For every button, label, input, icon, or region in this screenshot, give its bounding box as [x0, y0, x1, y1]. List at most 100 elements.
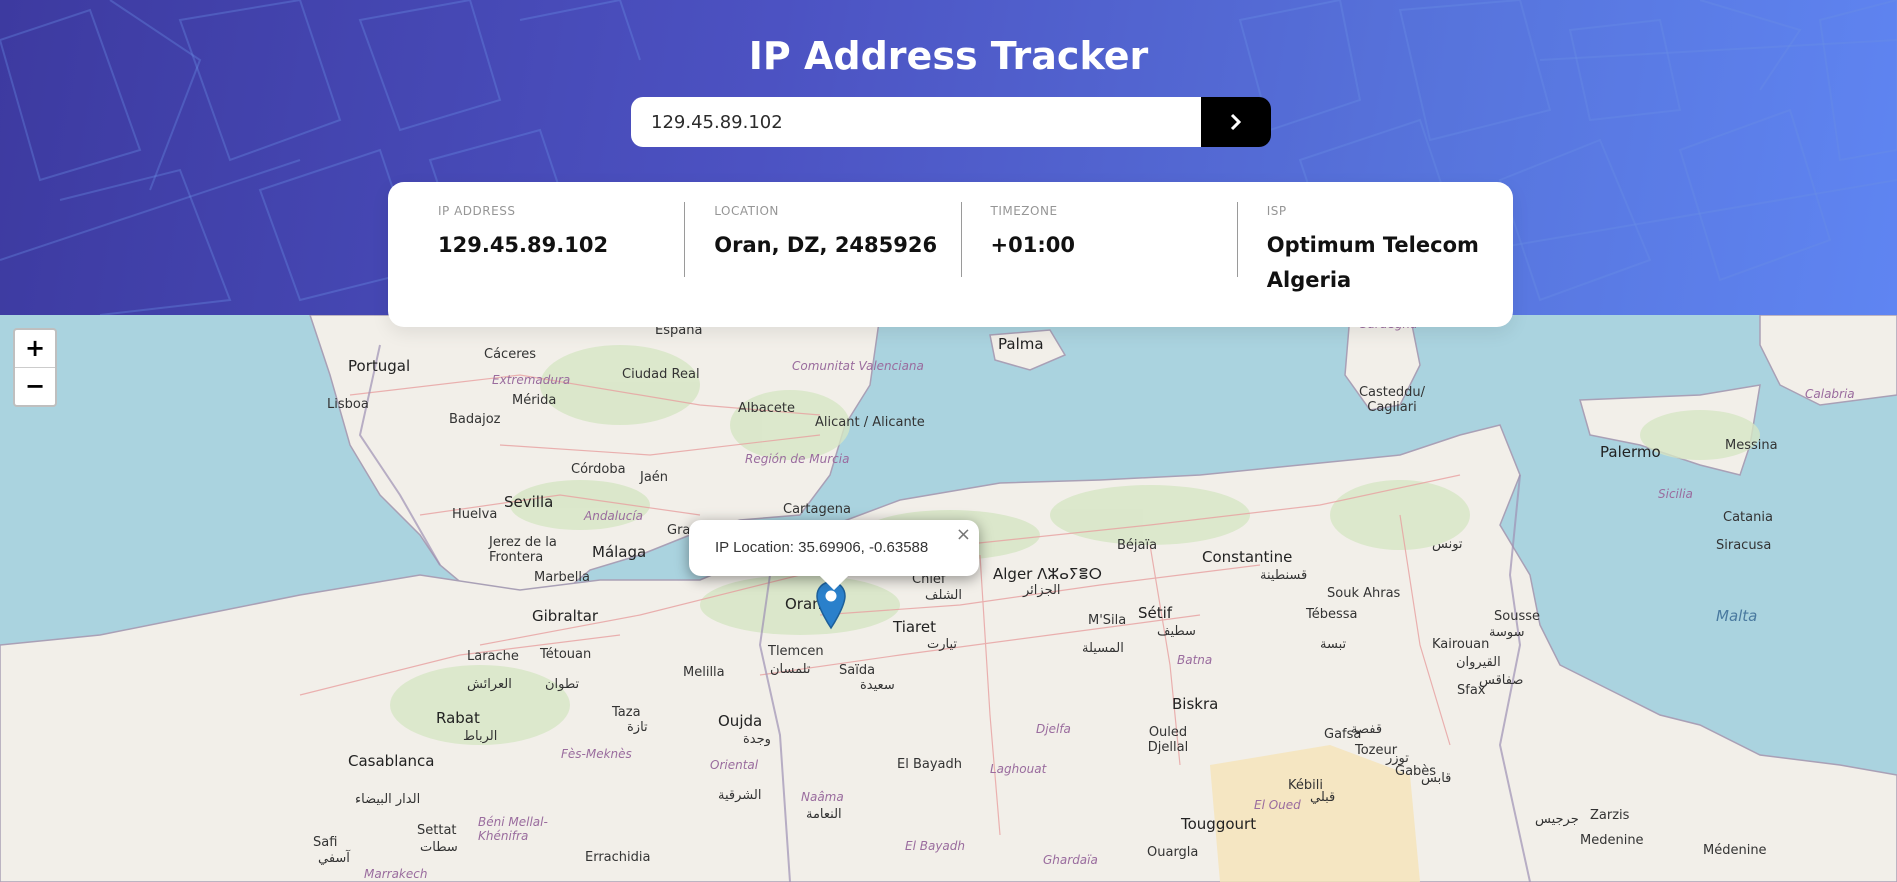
map-label: Casablanca — [348, 752, 435, 770]
map-label: Marrakech — [364, 867, 428, 881]
map-label: Jaén — [640, 470, 669, 485]
map-label: Comunitat Valenciana — [792, 359, 924, 373]
map-label: Córdoba — [571, 462, 626, 477]
ip-search-input[interactable] — [631, 97, 1201, 147]
map-label: تونس — [1432, 537, 1463, 552]
location-label: LOCATION — [714, 204, 779, 218]
map-label: El Oued — [1254, 798, 1301, 812]
map-label: Cartagena — [783, 502, 851, 517]
map-label: Constantine — [1202, 548, 1293, 566]
timezone-label: TIMEZONE — [990, 204, 1058, 218]
map-label: M'Sila — [1088, 613, 1127, 628]
map-label: Larache — [467, 649, 519, 664]
ip-address-section: IP ADDRESS 129.45.89.102 — [388, 182, 684, 327]
map-label: قابس — [1421, 771, 1452, 786]
map-label: Gibraltar — [532, 607, 599, 625]
map-label: القيروان — [1456, 655, 1501, 670]
map-label: الشرقية — [718, 788, 762, 803]
map-label: قبلي — [1310, 790, 1336, 805]
location-popup: IP Location: 35.69906, -0.63588 × — [689, 520, 979, 591]
map-label: Souk Ahras — [1327, 586, 1401, 601]
map-label: Portugal — [348, 357, 411, 375]
map-label: Badajoz — [449, 412, 501, 427]
map-label: النعامة — [806, 807, 842, 822]
map-label: قسنطينة — [1260, 568, 1308, 583]
map-label: Extremadura — [492, 373, 571, 387]
map-label: Messina — [1725, 438, 1778, 453]
zoom-out-button[interactable]: − — [15, 367, 55, 405]
map-label: Calabria — [1805, 387, 1855, 401]
map-label: وجدة — [743, 732, 771, 747]
map-label: Medenine — [1580, 833, 1644, 848]
map-label: Alicant / Alicante — [815, 415, 925, 430]
map-label: Mérida — [512, 393, 557, 408]
map-label: تيارت — [927, 637, 958, 652]
isp-value: Optimum Telecom Algeria — [1266, 233, 1479, 292]
map-label: Batna — [1177, 653, 1213, 667]
ip-address-label: IP ADDRESS — [438, 204, 516, 218]
map-label: سطيف — [1157, 624, 1196, 639]
map-label: Zarzis — [1590, 808, 1630, 823]
map-label: El Bayadh — [897, 757, 962, 772]
map-label: Oriental — [710, 758, 759, 772]
map-label: Región de Murcia — [745, 452, 850, 466]
map-label: صفاقس — [1479, 673, 1524, 688]
map-label: Tiaret — [893, 618, 937, 636]
map-view[interactable]: + − España Portugal Cáceres Extremadura … — [0, 315, 1897, 882]
map-label: تلمسان — [770, 662, 811, 677]
page-title: IP Address Tracker — [748, 34, 1149, 78]
map-label: Béjaïa — [1117, 538, 1158, 553]
isp-label: ISP — [1266, 204, 1287, 218]
map-label: Huelva — [452, 507, 498, 522]
map-label: Touggourt — [1181, 815, 1257, 833]
map-label: Errachidia — [585, 850, 651, 865]
map-label: تازة — [627, 720, 648, 735]
map-label: سوسة — [1489, 625, 1525, 640]
map-label: Palermo — [1600, 443, 1661, 461]
map-label: Ghardaïa — [1043, 853, 1098, 867]
map-label: Lisboa — [327, 397, 369, 412]
popup-close-button[interactable]: × — [956, 524, 971, 545]
popup-text: IP Location: 35.69906, -0.63588 — [715, 539, 929, 556]
ip-info-card: IP ADDRESS 129.45.89.102 LOCATION Oran, … — [388, 182, 1513, 327]
map-label: Laghouat — [990, 762, 1047, 776]
map-label: Oujda — [718, 712, 763, 730]
map-label: Djelfa — [1036, 722, 1071, 736]
search-submit-button[interactable] — [1201, 97, 1271, 147]
map-label: Settat — [417, 823, 457, 838]
map-label: Ouargla — [1147, 845, 1199, 860]
map-label: Tétouan — [540, 647, 592, 662]
map-label: Béni Mellal-Khénifra — [478, 815, 548, 843]
map-label: Tébessa — [1306, 607, 1358, 622]
zoom-control: + − — [13, 328, 57, 407]
map-label: Sousse — [1494, 609, 1540, 624]
map-label: آسفي — [318, 851, 350, 866]
map-label: Sevilla — [504, 493, 554, 511]
map-label: Rabat — [436, 709, 480, 727]
map-label: Siracusa — [1716, 538, 1772, 553]
map-label: سطات — [420, 840, 458, 855]
map-label: Safi — [313, 835, 338, 850]
map-label: Palma — [998, 335, 1044, 353]
map-label: تبسة — [1320, 637, 1347, 652]
map-label: Cáceres — [484, 347, 537, 362]
map-label: Sétif — [1138, 604, 1173, 622]
map-label: Ciudad Real — [622, 367, 700, 382]
isp-section: ISP Optimum Telecom Algeria — [1236, 182, 1513, 327]
timezone-section: TIMEZONE +01:00 — [960, 182, 1237, 327]
map-label: Malta — [1716, 607, 1758, 625]
ip-address-value: 129.45.89.102 — [438, 233, 609, 257]
map-label: المسيلة — [1082, 641, 1124, 656]
map-label: Melilla — [683, 665, 725, 680]
zoom-in-button[interactable]: + — [15, 330, 55, 367]
map-label: Fès-Meknès — [561, 747, 632, 761]
map-label: Biskra — [1172, 695, 1219, 713]
map-label: الدار البيضاء — [355, 792, 421, 807]
map-label: Naâma — [801, 790, 844, 804]
map-label: Médenine — [1703, 843, 1767, 858]
map-label: Alger ⴷⵣⴰⵢⴻⵔ — [993, 565, 1102, 583]
map-label: جرجيس — [1535, 812, 1579, 827]
map-label: Casteddu/ Cagliari — [1358, 385, 1426, 415]
map-label: Marbella — [534, 570, 590, 585]
map-label: العرائش — [467, 677, 512, 692]
